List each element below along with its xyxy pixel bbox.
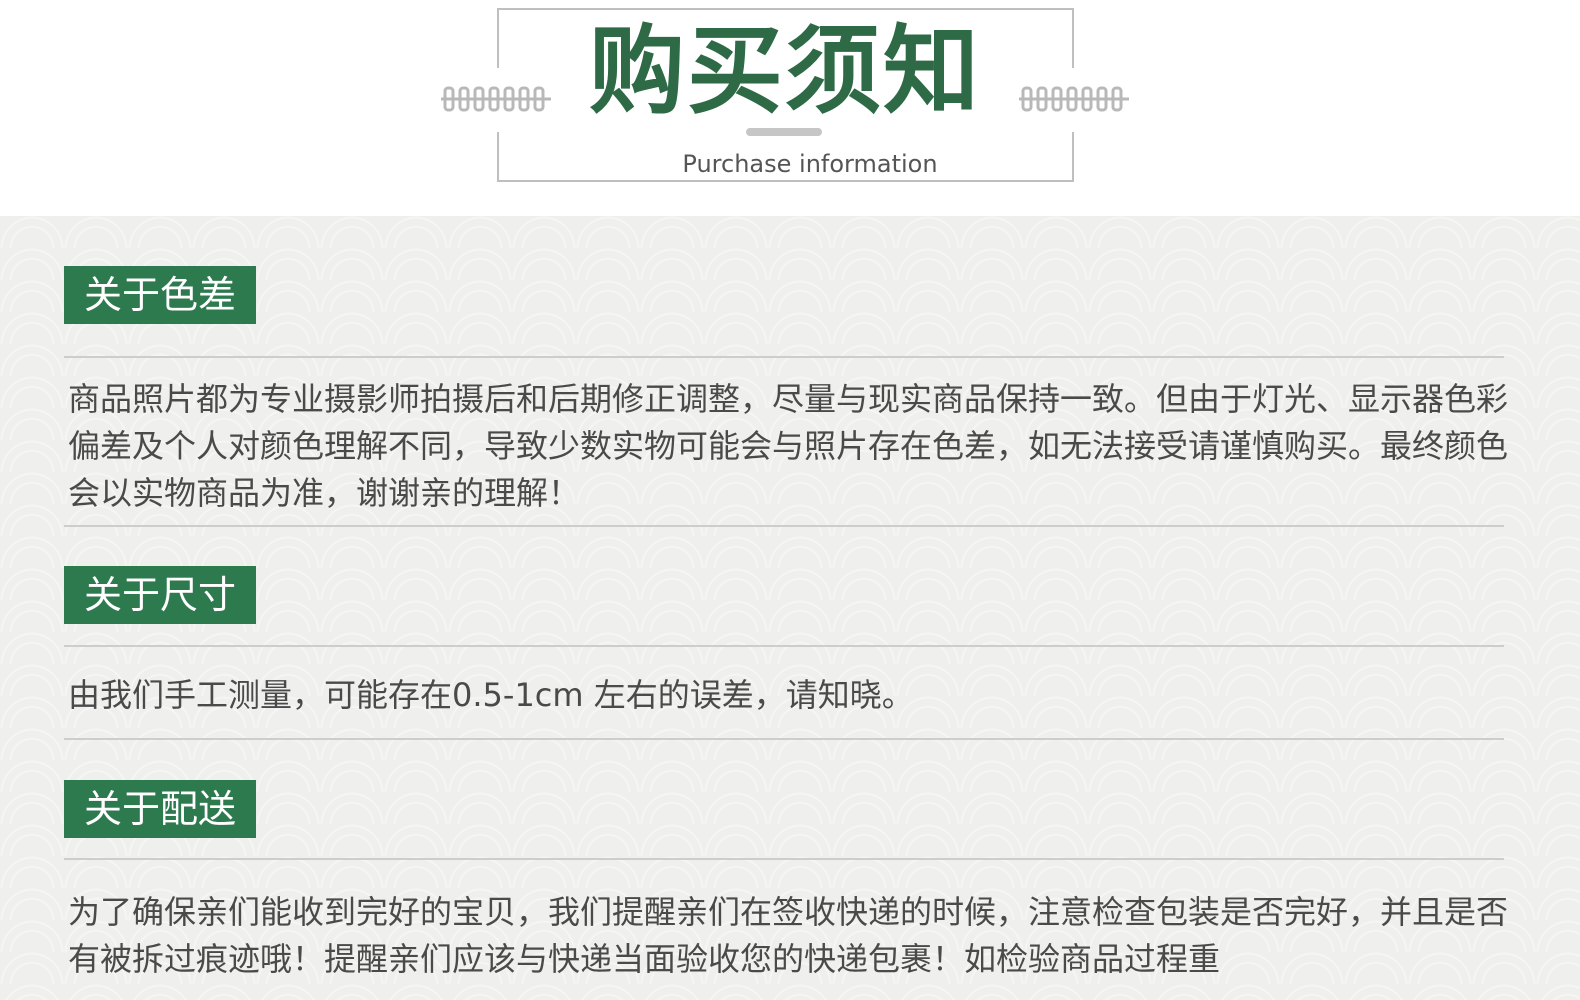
section-text-delivery: 为了确保亲们能收到完好的宝贝，我们提醒亲们在签收快递的时候，注意检查包装是否完好… (68, 893, 1509, 978)
page-title: 购买须知 (589, 15, 981, 127)
title-frame-right-upper (1072, 8, 1074, 68)
section-text-color-difference: 商品照片都为专业摄影师拍摄后和后期修正调整，尽量与现实商品保持一致。但由于灯光、… (68, 380, 1509, 512)
title-frame-left-upper (497, 8, 499, 68)
section-tag-delivery: 关于配送 (64, 780, 256, 838)
title-frame-right-lower (1072, 132, 1074, 182)
section-divider (64, 738, 1504, 740)
section-divider (64, 645, 1504, 647)
content-panel: 关于色差 商品照片都为专业摄影师拍摄后和后期修正调整，尽量与现实商品保持一致。但… (0, 216, 1580, 1000)
section-tag-size: 关于尺寸 (64, 566, 256, 624)
section-divider (64, 525, 1504, 527)
spiral-coil-ornament-left-icon (441, 86, 551, 112)
page-subtitle: Purchase information (682, 150, 938, 178)
section-tag-color-difference: 关于色差 (64, 266, 256, 324)
title-frame-left-lower (497, 132, 499, 182)
section-text-size: 由我们手工测量，可能存在0.5-1cm 左右的误差，请知晓。 (68, 676, 914, 714)
section-divider (64, 858, 1504, 860)
title-frame-top (497, 8, 1074, 10)
page-header: 购买须知 Purchase information (0, 0, 1580, 216)
title-underline (746, 128, 822, 136)
section-divider (64, 356, 1504, 358)
spiral-coil-ornament-right-icon (1019, 86, 1129, 112)
